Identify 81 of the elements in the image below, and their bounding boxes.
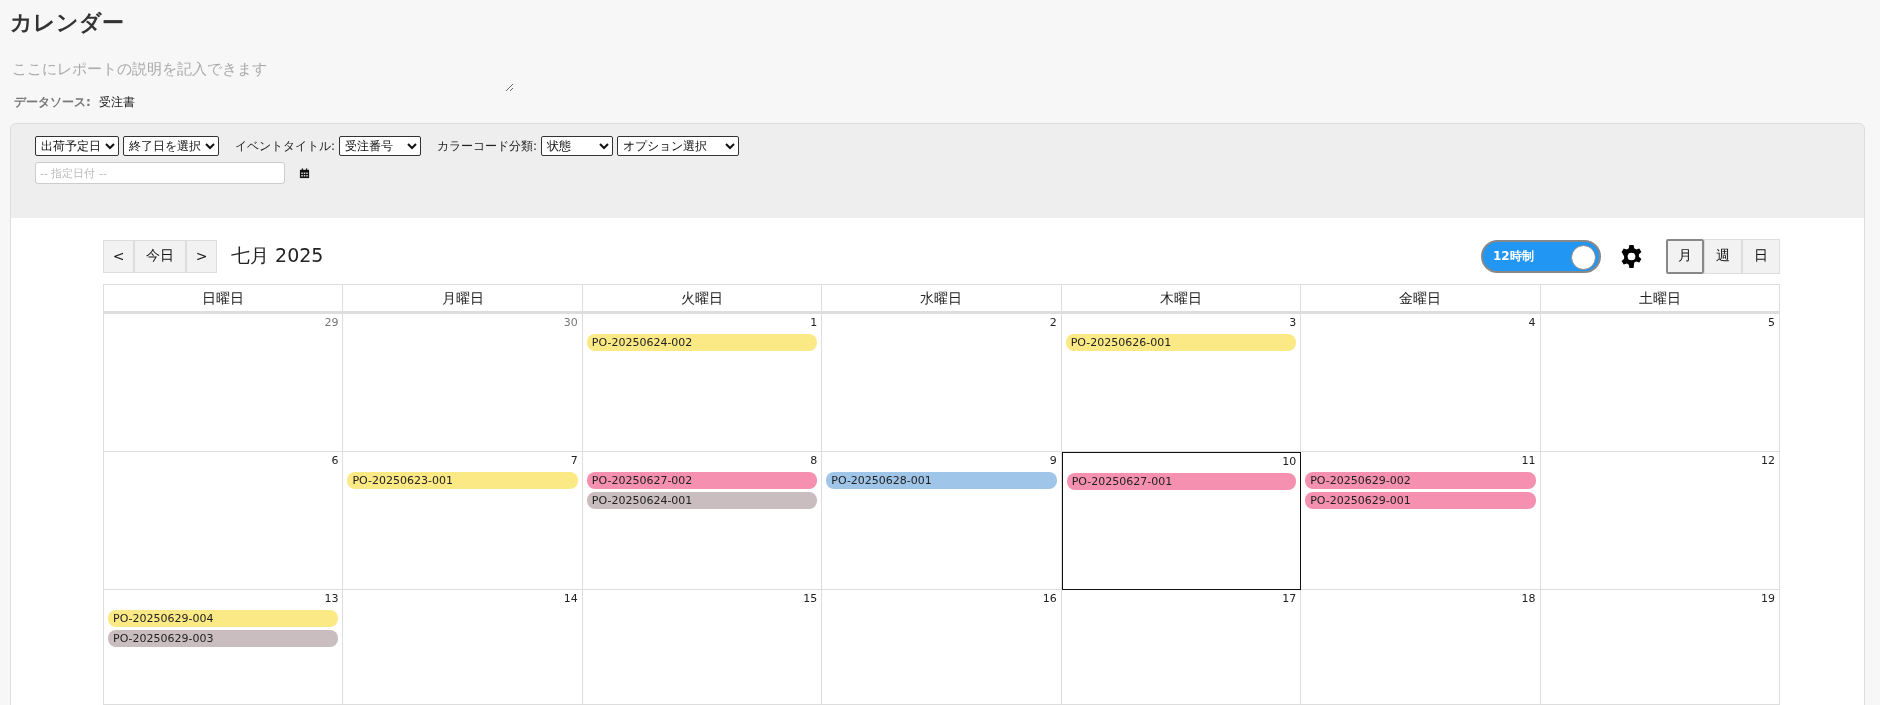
day-number: 4 bbox=[1528, 316, 1536, 331]
day-number: 18 bbox=[1521, 592, 1536, 607]
day-cell[interactable]: 19 bbox=[1540, 590, 1780, 705]
event-bar[interactable]: PO-20250627-001 bbox=[1066, 473, 1297, 490]
event-bar[interactable]: PO-20250629-001 bbox=[1305, 492, 1536, 509]
day-cell[interactable]: 1 PO-20250624-002 bbox=[582, 314, 823, 452]
weekday-header: 日曜日 bbox=[104, 284, 344, 314]
day-cell[interactable]: 3 PO-20250626-001 bbox=[1061, 314, 1302, 452]
weekday-header: 月曜日 bbox=[343, 284, 583, 314]
event-bar[interactable]: PO-20250629-003 bbox=[108, 630, 339, 647]
description-field[interactable]: ここにレポートの説明を記入できます bbox=[10, 58, 514, 92]
view-tab[interactable]: 日 bbox=[1742, 238, 1780, 274]
day-cell[interactable]: 9 PO-20250628-001 bbox=[822, 452, 1062, 590]
day-cell[interactable]: 11 PO-20250629-002 PO-20250629-001 bbox=[1301, 452, 1541, 590]
next-button[interactable]: > bbox=[186, 239, 217, 273]
day-number: 15 bbox=[803, 592, 818, 607]
today-button[interactable]: 今日 bbox=[134, 239, 186, 273]
day-number: 16 bbox=[1042, 592, 1057, 607]
event-bar[interactable]: PO-20250629-004 bbox=[108, 610, 339, 627]
option-dropdown[interactable]: オプション選択 bbox=[617, 136, 740, 156]
day-cell[interactable]: 13 PO-20250629-004 PO-20250629-003 bbox=[104, 590, 344, 705]
color-code-dropdown[interactable]: 状態 bbox=[541, 136, 614, 156]
month-title: 七月 2025 bbox=[231, 243, 324, 268]
data-source-label: データソース: bbox=[14, 94, 91, 111]
day-number: 9 bbox=[1049, 454, 1057, 469]
start-field-dropdown[interactable]: 出荷予定日 bbox=[35, 136, 119, 156]
day-number: 11 bbox=[1521, 454, 1536, 469]
day-cell[interactable]: 16 bbox=[822, 590, 1062, 705]
day-cell[interactable]: 12 bbox=[1540, 452, 1780, 590]
day-number: 6 bbox=[331, 454, 339, 469]
day-cell[interactable]: 10 PO-20250627-001 bbox=[1061, 452, 1302, 590]
settings-icon[interactable] bbox=[1619, 243, 1644, 269]
day-number: 3 bbox=[1289, 316, 1297, 331]
day-cell[interactable]: 6 bbox=[104, 452, 344, 590]
day-cell[interactable]: 17 bbox=[1061, 590, 1302, 705]
day-cell[interactable]: 14 bbox=[343, 590, 583, 705]
day-cell[interactable]: 5 bbox=[1540, 314, 1780, 452]
event-title-dropdown[interactable]: 受注番号 bbox=[339, 136, 422, 156]
day-number: 5 bbox=[1768, 316, 1775, 331]
day-number: 14 bbox=[563, 592, 578, 607]
day-number: 2 bbox=[1049, 316, 1057, 331]
date-field[interactable]: -- 指定日付 -- bbox=[35, 162, 285, 184]
page-title: カレンダー bbox=[10, 9, 125, 37]
day-number: 29 bbox=[324, 316, 339, 331]
event-bar[interactable]: PO-20250627-002 bbox=[586, 472, 818, 489]
day-number: 7 bbox=[570, 454, 578, 469]
day-cell[interactable]: 2 bbox=[822, 314, 1062, 452]
day-cell[interactable]: 18 bbox=[1301, 590, 1541, 705]
day-cell[interactable]: 4 bbox=[1301, 314, 1541, 452]
day-cell[interactable]: 8 PO-20250627-002 PO-20250624-001 bbox=[582, 452, 823, 590]
day-number: 8 bbox=[810, 454, 818, 469]
event-bar[interactable]: PO-20250629-002 bbox=[1305, 472, 1536, 489]
day-cell[interactable]: 7 PO-20250623-001 bbox=[343, 452, 583, 590]
day-number: 17 bbox=[1282, 592, 1297, 607]
weekday-header: 木曜日 bbox=[1061, 284, 1302, 314]
event-bar[interactable]: PO-20250623-001 bbox=[347, 472, 578, 489]
view-tab[interactable]: 週 bbox=[1704, 238, 1742, 274]
end-field-dropdown[interactable]: 終了日を選択 bbox=[123, 136, 219, 156]
day-cell[interactable]: 29 bbox=[104, 314, 344, 452]
data-source-value: 受注書 bbox=[98, 94, 135, 111]
view-tab[interactable]: 月 bbox=[1666, 238, 1704, 274]
event-bar[interactable]: PO-20250628-001 bbox=[826, 472, 1057, 489]
day-number: 1 bbox=[810, 316, 818, 331]
color-code-label: カラーコード分類: bbox=[437, 137, 538, 155]
day-number: 30 bbox=[563, 316, 578, 331]
event-title-label: イベントタイトル: bbox=[235, 137, 336, 155]
day-number: 12 bbox=[1761, 454, 1775, 469]
day-cell[interactable]: 15 bbox=[582, 590, 823, 705]
event-bar[interactable]: PO-20250624-002 bbox=[586, 334, 818, 351]
calendar-icon[interactable] bbox=[299, 167, 310, 179]
weekday-header: 金曜日 bbox=[1301, 284, 1541, 314]
weekday-header: 火曜日 bbox=[582, 284, 823, 314]
event-bar[interactable]: PO-20250626-001 bbox=[1065, 334, 1297, 351]
day-number: 13 bbox=[324, 592, 339, 607]
day-number: 19 bbox=[1761, 592, 1775, 607]
weekday-header: 水曜日 bbox=[822, 284, 1062, 314]
previous-button[interactable]: < bbox=[103, 239, 134, 273]
weekday-header: 土曜日 bbox=[1540, 284, 1780, 314]
day-number: 10 bbox=[1282, 455, 1297, 470]
day-cell[interactable]: 30 bbox=[343, 314, 583, 452]
event-bar[interactable]: PO-20250624-001 bbox=[586, 492, 818, 509]
